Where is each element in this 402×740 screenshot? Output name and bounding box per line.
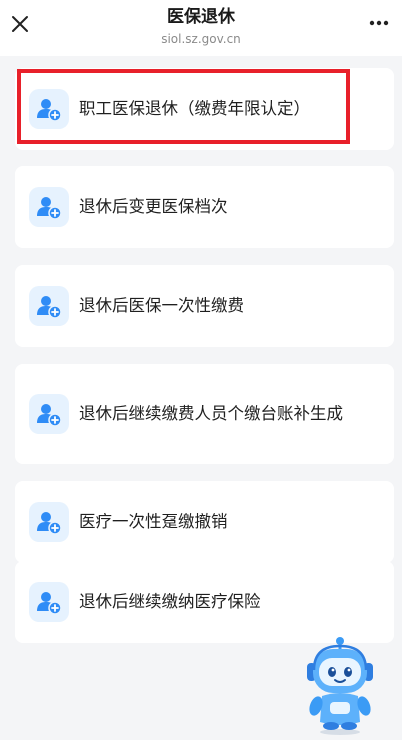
robot-assistant-icon — [307, 637, 373, 735]
title-area: 医保退休 siol.sz.gov.cn — [80, 6, 322, 47]
menu-item-label: 医疗一次性趸缴撤销 — [79, 512, 228, 531]
menu-item-label: 退休后变更医保档次 — [79, 197, 228, 216]
menu-item-ledger-regeneration[interactable]: 退休后继续缴费人员个缴台账补生成 — [15, 364, 394, 464]
user-add-icon — [29, 502, 69, 542]
user-add-icon — [29, 582, 69, 622]
page-domain: siol.sz.gov.cn — [161, 32, 241, 46]
user-add-icon — [29, 187, 69, 227]
menu-item-lump-sum-cancellation[interactable]: 医疗一次性趸缴撤销 — [15, 481, 394, 563]
user-add-icon — [29, 394, 69, 434]
page-title: 医保退休 — [167, 7, 235, 27]
top-bar: 医保退休 siol.sz.gov.cn — [0, 0, 402, 56]
menu-item-retirement-year-certification[interactable]: 职工医保退休（缴费年限认定） — [15, 68, 394, 150]
close-icon — [12, 16, 28, 32]
menu-item-label: 职工医保退休（缴费年限认定） — [79, 99, 310, 118]
menu-item-continue-medical-insurance[interactable]: 退休后继续缴纳医疗保险 — [15, 561, 394, 643]
menu-item-label: 退休后医保一次性缴费 — [79, 296, 244, 315]
menu-item-change-insurance-level[interactable]: 退休后变更医保档次 — [15, 166, 394, 248]
close-button[interactable] — [6, 10, 34, 38]
menu-item-label: 退休后继续缴费人员个缴台账补生成 — [79, 404, 343, 423]
more-dots-icon — [369, 20, 389, 26]
user-add-icon — [29, 286, 69, 326]
more-button[interactable] — [366, 10, 392, 36]
assistant-robot-button[interactable] — [302, 636, 378, 736]
menu-item-label: 退休后继续缴纳医疗保险 — [79, 592, 261, 611]
menu-item-one-time-payment[interactable]: 退休后医保一次性缴费 — [15, 265, 394, 347]
user-add-icon — [29, 89, 69, 129]
